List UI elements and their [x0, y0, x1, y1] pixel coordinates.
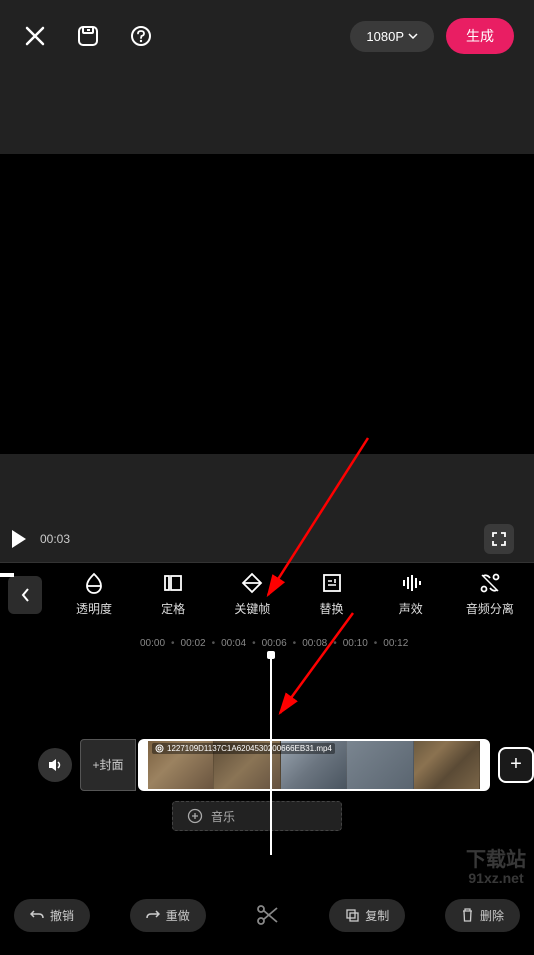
- video-preview[interactable]: [0, 154, 534, 454]
- ruler-tick: 00:10: [343, 638, 368, 649]
- playhead[interactable]: [270, 655, 272, 855]
- generate-button[interactable]: 生成: [446, 18, 514, 54]
- chevron-down-icon: [408, 33, 418, 39]
- add-music-button[interactable]: 音乐: [172, 801, 342, 831]
- bottom-bar: 撤销 重做 复制 删除: [0, 881, 534, 955]
- timeline[interactable]: +封面 1227109D1137C1A6204530200666EB31.mp4…: [0, 655, 534, 881]
- undo-icon: [30, 909, 44, 921]
- ruler-tick: 00:00: [140, 638, 165, 649]
- back-button[interactable]: [8, 576, 42, 614]
- music-label: 音乐: [211, 808, 235, 825]
- close-button[interactable]: [24, 25, 46, 47]
- copy-label: 复制: [365, 907, 389, 924]
- cover-button[interactable]: +封面: [80, 739, 136, 791]
- soundfx-icon: [400, 572, 422, 594]
- delete-button[interactable]: 删除: [445, 899, 520, 932]
- tool-soundfx[interactable]: 声效: [375, 572, 447, 617]
- redo-button[interactable]: 重做: [130, 899, 206, 932]
- preview-padding-bottom: [0, 454, 534, 516]
- delete-label: 删除: [480, 907, 504, 924]
- top-bar: 1080P 生成: [0, 0, 534, 72]
- preview-padding-top: [0, 72, 534, 154]
- topbar-left: [24, 24, 152, 48]
- tool-audiodetach[interactable]: 音频分离: [454, 572, 526, 617]
- chevron-left-icon: [20, 587, 30, 603]
- video-clip[interactable]: 1227109D1137C1A6204530200666EB31.mp4: [138, 739, 490, 791]
- playback-time: 00:03: [40, 532, 70, 546]
- save-button[interactable]: [76, 24, 100, 48]
- split-button[interactable]: [246, 893, 290, 937]
- topbar-right: 1080P 生成: [350, 18, 514, 54]
- ruler-tick: 00:12: [383, 638, 408, 649]
- clip-filename-overlay: 1227109D1137C1A6204530200666EB31.mp4: [152, 743, 335, 754]
- audiodetach-icon: [479, 572, 501, 594]
- generate-label: 生成: [466, 28, 494, 44]
- opacity-label: 透明度: [76, 600, 112, 617]
- copy-icon: [345, 908, 359, 922]
- playback-controls: 00:03: [0, 516, 534, 562]
- mute-button[interactable]: [38, 748, 72, 782]
- ruler-tick: 00:02: [181, 638, 206, 649]
- undo-button[interactable]: 撤销: [14, 899, 90, 932]
- replace-label: 替换: [320, 600, 344, 617]
- resolution-label: 1080P: [366, 29, 404, 44]
- tool-opacity[interactable]: 透明度: [58, 572, 130, 617]
- fullscreen-button[interactable]: [484, 524, 514, 554]
- scissors-icon: [255, 902, 281, 928]
- freeze-label: 定格: [161, 600, 185, 617]
- ruler-tick: 00:08: [302, 638, 327, 649]
- tool-keyframe[interactable]: 关键帧: [216, 572, 288, 617]
- clip-filename: 1227109D1137C1A6204530200666EB31.mp4: [167, 744, 332, 753]
- tool-freeze[interactable]: 定格: [137, 572, 209, 617]
- speaker-icon: [46, 756, 64, 774]
- soundfx-label: 声效: [399, 600, 423, 617]
- copy-button[interactable]: 复制: [329, 899, 405, 932]
- trash-icon: [461, 908, 474, 922]
- music-add-icon: [187, 808, 203, 824]
- video-track: +封面 1227109D1137C1A6204530200666EB31.mp4…: [0, 737, 534, 792]
- tool-replace[interactable]: 替换: [296, 572, 368, 617]
- redo-label: 重做: [166, 907, 190, 924]
- thumb: [347, 741, 413, 789]
- tool-items: 透明度 定格 关键帧 替换 声效: [58, 572, 526, 617]
- watermark-line2: 91xz.net: [466, 871, 526, 886]
- ruler-tick: 00:06: [262, 638, 287, 649]
- undo-label: 撤销: [50, 907, 74, 924]
- play-button[interactable]: [12, 530, 26, 548]
- freeze-icon: [162, 572, 184, 594]
- watermark: 下载站 91xz.net: [466, 849, 526, 886]
- opacity-icon: [83, 572, 105, 594]
- add-clip-button[interactable]: +: [498, 747, 534, 783]
- progress-marker: [0, 573, 14, 577]
- thumb: [414, 741, 480, 789]
- watermark-line1: 下载站: [466, 849, 526, 871]
- tool-bar: 透明度 定格 关键帧 替换 声效: [0, 562, 534, 628]
- cover-label: +封面: [92, 756, 123, 773]
- keyframe-label: 关键帧: [234, 600, 270, 617]
- playback-left: 00:03: [8, 530, 70, 548]
- ruler-tick: 00:04: [221, 638, 246, 649]
- replace-icon: [321, 572, 343, 594]
- audiodetach-label: 音频分离: [466, 600, 514, 617]
- help-button[interactable]: [130, 25, 152, 47]
- keyframe-icon: [241, 572, 263, 594]
- redo-icon: [146, 909, 160, 921]
- resolution-button[interactable]: 1080P: [350, 21, 434, 52]
